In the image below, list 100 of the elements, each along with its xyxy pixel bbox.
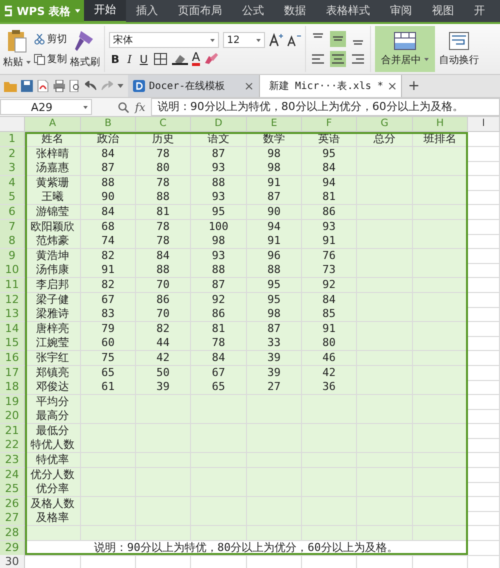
column-header[interactable]: E [247,117,302,132]
horizontal-align-icon[interactable] [330,51,346,67]
dropdown-icon[interactable] [117,84,124,88]
row-header[interactable]: 29 [0,540,25,556]
table-cell: 平均分 [25,394,81,410]
pdf-export-icon[interactable] [36,80,49,92]
print-preview-icon[interactable] [69,80,82,92]
wrap-text-button[interactable]: 自动换行 [439,32,479,66]
close-tab-button[interactable]: × [244,79,254,93]
borders-icon[interactable] [154,53,168,65]
table-cell: 65 [191,380,247,396]
table-cell: 李启邦 [25,278,81,293]
dropdown-icon [210,38,215,42]
text-style-button[interactable]: I [125,52,134,66]
zoom-icon[interactable] [118,102,129,112]
font-color-button[interactable]: A [192,52,200,66]
row-header[interactable]: 7 [0,220,25,235]
row-header[interactable]: 5 [0,190,25,206]
column-header[interactable]: H [413,117,468,132]
row-header[interactable]: 20 [0,409,25,424]
close-tab-button[interactable]: × [387,79,398,93]
table-cell: 82 [81,248,136,264]
merge-center-button[interactable]: 合并居中 [375,26,435,72]
menu-tab[interactable]: 表格样式 [316,0,380,22]
undo-icon[interactable] [85,81,98,91]
row-header[interactable]: 30 [0,555,25,568]
table-cell: 87 [191,146,247,162]
row-header[interactable]: 18 [0,380,25,396]
row-header[interactable]: 24 [0,468,25,483]
table-cell: 特优率 [25,453,81,468]
menu-tab[interactable]: 页面布局 [168,0,232,22]
save-icon[interactable] [20,80,33,92]
formula-field[interactable]: 说明：90分以上为特优，80分以上为优分，60分以上为及格。 [151,98,500,116]
text-style-button[interactable]: U [138,52,150,66]
table-cell: 88 [191,263,247,278]
table-cell: 80 [136,161,191,176]
row-header[interactable]: 12 [0,292,25,308]
column-header[interactable]: F [302,117,357,132]
row-header[interactable]: 28 [0,526,25,542]
row-header[interactable]: 25 [0,482,25,498]
row-header[interactable]: 27 [0,511,25,526]
function-button[interactable]: fx [135,100,146,114]
row-header[interactable]: 19 [0,394,25,410]
row-header[interactable]: 10 [0,263,25,278]
table-cell: 84 [191,350,247,366]
font-size-field[interactable]: 12 [223,32,265,48]
menu-tab[interactable]: 数据 [274,0,316,22]
row-header[interactable]: 26 [0,496,25,512]
highlighter-icon[interactable] [204,53,218,65]
menu-tab[interactable]: 公式 [232,0,274,22]
row-header[interactable]: 23 [0,453,25,468]
table-cell: 84 [136,248,191,264]
column-header[interactable]: C [136,117,191,132]
cut-button[interactable]: 剪切 [34,32,67,46]
print-icon[interactable] [52,80,66,92]
vertical-align-icon[interactable] [330,31,346,47]
table-cell: 79 [81,322,136,337]
app-menu-button[interactable]: WPS 表格 [0,0,84,22]
column-header[interactable]: I [468,117,500,132]
row-header[interactable]: 8 [0,234,25,250]
column-header[interactable]: G [357,117,413,132]
row-header[interactable]: 2 [0,146,25,162]
menu-tab[interactable]: 开始 [84,0,126,23]
copy-button[interactable]: 复制 [34,52,67,66]
row-header[interactable]: 3 [0,161,25,176]
menu-tab[interactable]: 审阅 [380,0,422,22]
column-header[interactable]: D [191,117,247,132]
table-cell: 93 [191,248,247,264]
name-box[interactable]: A29 [0,99,92,115]
row-header[interactable]: 6 [0,204,25,220]
document-tab[interactable]: 新建 Micr···表.xls * × [260,75,402,97]
font-name-field[interactable]: 宋体 [109,32,219,48]
row-header[interactable]: 15 [0,336,25,352]
table-cell: 39 [136,380,191,396]
row-header[interactable]: 1 [0,132,25,147]
row-header[interactable]: 14 [0,322,25,337]
row-header[interactable]: 22 [0,438,25,454]
document-tab[interactable]: Docer-在线模板 × [128,75,260,97]
new-tab-button[interactable]: + [402,78,426,94]
row-header[interactable]: 9 [0,248,25,264]
row-header[interactable]: 4 [0,176,25,191]
row-header[interactable]: 13 [0,307,25,322]
fill-color-icon[interactable] [172,53,188,65]
grow-font-icon[interactable] [269,33,283,47]
text-style-button[interactable]: B [109,52,122,66]
column-header[interactable]: A [25,117,81,132]
row-header[interactable]: 17 [0,366,25,380]
column-header[interactable]: B [81,117,136,132]
format-painter-button[interactable]: 格式刷 [70,29,100,69]
row-header[interactable]: 21 [0,424,25,439]
row-header[interactable]: 11 [0,278,25,293]
paste-button[interactable]: 粘贴 [3,29,31,69]
shrink-font-icon[interactable] [287,33,301,47]
menu-tab[interactable]: 插入 [126,0,168,22]
table-cell: 27 [247,380,302,396]
menu-tab[interactable]: 开 [464,0,495,22]
menu-tab[interactable]: 视图 [422,0,464,22]
table-cell: 91 [302,322,357,337]
row-header[interactable]: 16 [0,350,25,366]
table-cell: 91 [247,234,302,250]
